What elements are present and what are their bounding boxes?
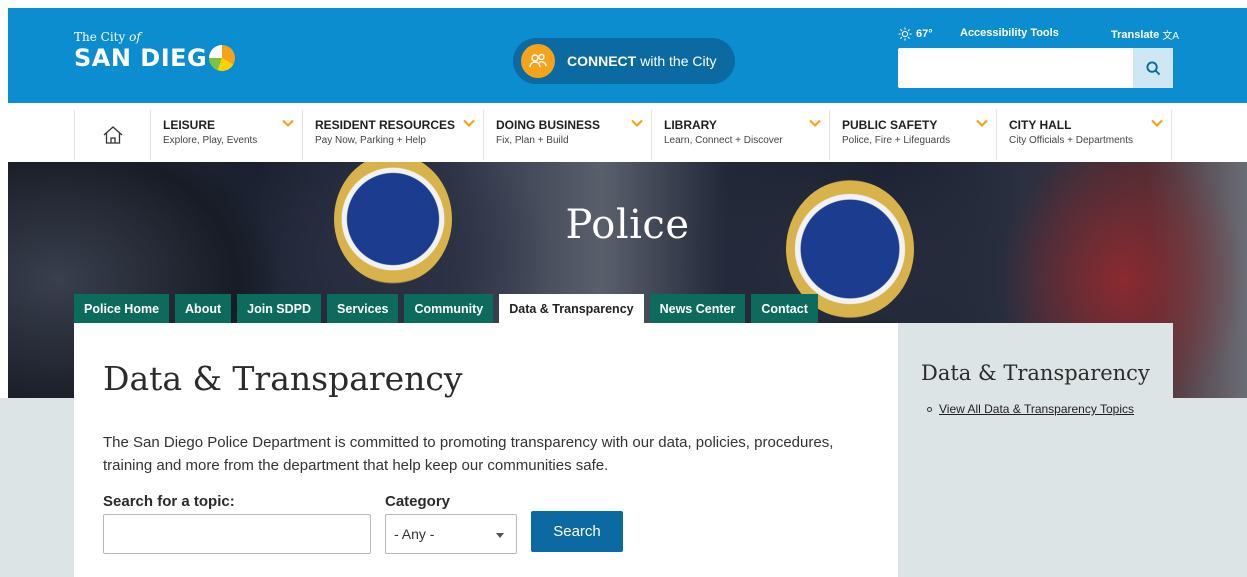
nav-item-subtitle: City Officials + Departments	[1009, 135, 1134, 146]
intro-paragraph: The San Diego Police Department is commi…	[103, 434, 834, 474]
nav-item-subtitle: Fix, Plan + Build	[496, 135, 569, 146]
hero-title: Police	[565, 202, 690, 248]
nav-item-resident-resources[interactable]: RESIDENT RESOURCES Pay Now, Parking + He…	[303, 110, 484, 160]
site-search-button[interactable]	[1133, 48, 1173, 88]
site-header: The City of SAN DIEG CONNECT with the Ci…	[8, 8, 1247, 103]
chevron-down-icon	[282, 119, 294, 128]
nav-item-library[interactable]: LIBRARY Learn, Connect + Discover	[652, 110, 830, 160]
tab-community[interactable]: Community	[404, 294, 494, 323]
sun-icon	[898, 27, 912, 41]
nav-home-button[interactable]	[74, 110, 151, 160]
accessibility-label: Accessibility Tools	[960, 27, 1059, 39]
nav-item-doing-business[interactable]: DOING BUSINESS Fix, Plan + Build	[484, 110, 652, 160]
nav-item-title: RESIDENT RESOURCES	[315, 118, 456, 132]
connect-with-city-button[interactable]: CONNECT with the City	[513, 38, 735, 84]
nav-item-title: PUBLIC SAFETY	[842, 118, 938, 132]
search-icon	[1145, 60, 1160, 75]
topic-search-input[interactable]	[103, 514, 371, 554]
category-select[interactable]: - Any -	[385, 514, 517, 554]
site-search-input[interactable]	[898, 48, 1133, 88]
nav-item-subtitle: Police, Fire + Lifeguards	[842, 135, 951, 146]
translate-label: Translate	[1111, 28, 1160, 41]
section-tabs: Police Home About Join SDPD Services Com…	[74, 294, 818, 323]
tab-data-transparency[interactable]: Data & Transparency	[499, 294, 644, 323]
city-logo[interactable]: The City of SAN DIEG	[74, 30, 236, 72]
list-item: View All Data & Transparency Topics	[927, 402, 1134, 416]
nav-item-leisure[interactable]: LEISURE Explore, Play, Events	[151, 110, 303, 160]
nav-item-title: DOING BUSINESS	[496, 118, 601, 132]
tab-police-home[interactable]: Police Home	[74, 294, 170, 323]
page-title: Data & Transparency	[103, 359, 463, 398]
sidebar-links: View All Data & Transparency Topics	[927, 402, 1134, 416]
nav-item-title: CITY HALL	[1009, 118, 1072, 132]
logo-tagline: The City of	[74, 30, 141, 44]
sidebar: Data & Transparency View All Data & Tran…	[898, 323, 1173, 577]
nav-item-city-hall[interactable]: CITY HALL City Officials + Departments	[997, 110, 1172, 160]
category-selected-value: - Any -	[394, 526, 435, 542]
tab-news-center[interactable]: News Center	[649, 294, 746, 323]
chevron-down-icon	[976, 119, 988, 128]
category-label: Category	[385, 493, 451, 510]
chevron-down-icon	[1151, 119, 1163, 128]
dropdown-caret-icon	[496, 533, 504, 538]
view-all-topics-link[interactable]: View All Data & Transparency Topics	[939, 402, 1134, 416]
logo-wordmark: SAN DIEG	[74, 44, 236, 72]
chevron-down-icon	[631, 119, 643, 128]
nav-item-public-safety[interactable]: PUBLIC SAFETY Police, Fire + Lifeguards	[830, 110, 997, 160]
sidebar-heading: Data & Transparency	[921, 361, 1150, 385]
weather-widget[interactable]: 67°	[898, 27, 933, 41]
connect-bold-label: CONNECT	[567, 53, 637, 69]
tab-about[interactable]: About	[175, 294, 232, 323]
chevron-down-icon	[463, 119, 475, 128]
tab-join-sdpd[interactable]: Join SDPD	[237, 294, 322, 323]
chevron-down-icon	[809, 119, 821, 128]
nav-item-subtitle: Pay Now, Parking + Help	[315, 135, 426, 146]
translate-icon: 文A	[1162, 31, 1180, 42]
main-navigation: LEISURE Explore, Play, Events RESIDENT R…	[74, 110, 1172, 160]
bullet-icon	[927, 406, 932, 412]
weather-temperature: 67°	[916, 28, 933, 40]
people-icon	[521, 44, 555, 78]
translate-link[interactable]: Translate 文A	[1111, 27, 1180, 43]
search-topic-label: Search for a topic:	[103, 493, 235, 510]
logo-o-mark-icon	[209, 45, 236, 71]
tab-contact[interactable]: Contact	[751, 294, 818, 323]
main-content: Data & Transparency The San Diego Police…	[74, 323, 898, 577]
accessibility-tools-link[interactable]: Accessibility Tools	[960, 27, 1059, 39]
connect-label: with the City	[640, 53, 717, 69]
home-icon	[103, 126, 122, 144]
nav-item-title: LIBRARY	[664, 118, 717, 132]
search-button[interactable]: Search	[531, 511, 623, 552]
nav-item-subtitle: Learn, Connect + Discover	[664, 135, 783, 146]
site-search	[898, 48, 1173, 88]
nav-item-subtitle: Explore, Play, Events	[163, 135, 258, 146]
tab-services[interactable]: Services	[327, 294, 399, 323]
